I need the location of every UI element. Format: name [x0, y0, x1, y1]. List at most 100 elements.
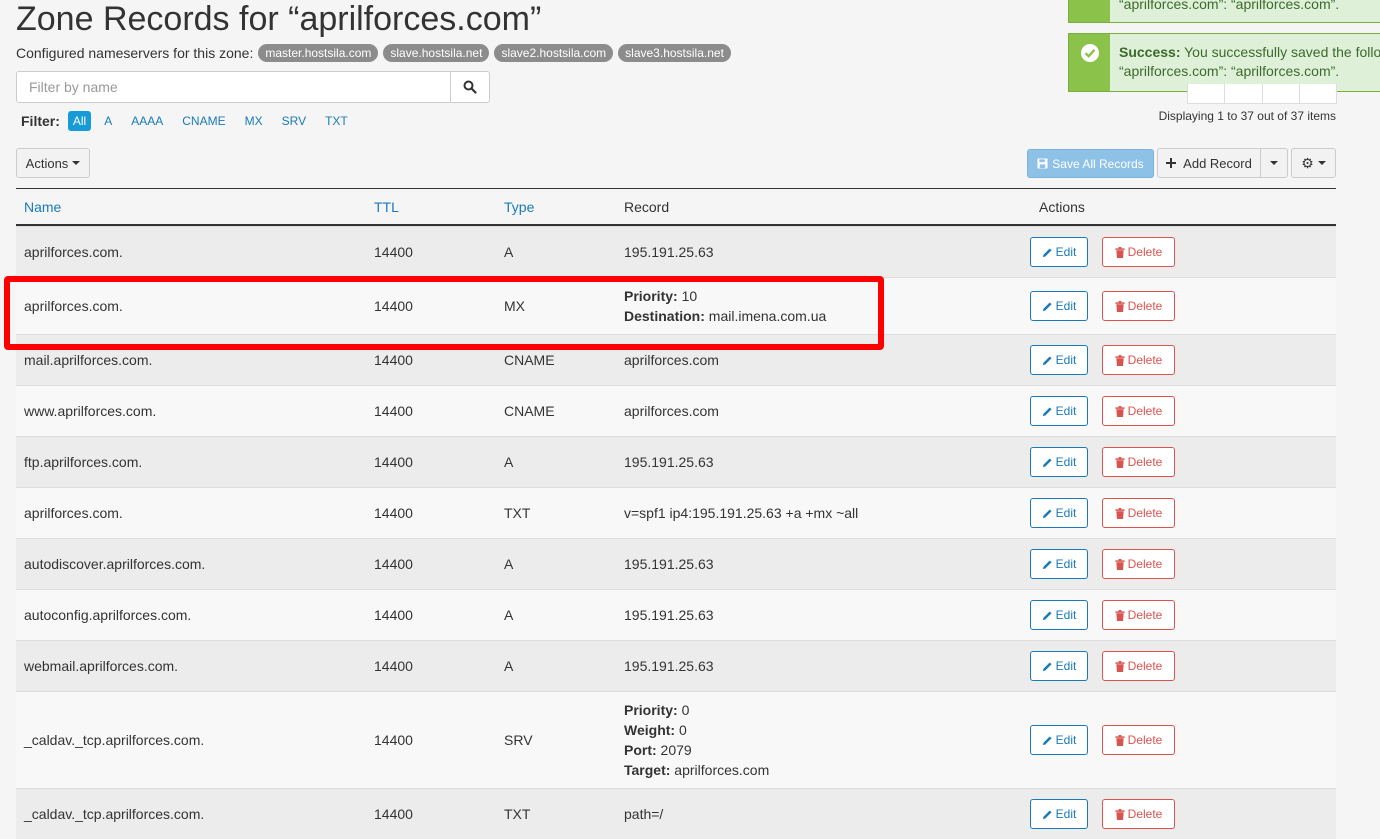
record-type: SRV: [504, 732, 533, 748]
pagination-info: Displaying 1 to 37 out of 37 items: [1158, 109, 1336, 123]
edit-button[interactable]: Edit: [1030, 447, 1088, 477]
save-all-records-button[interactable]: Save All Records: [1027, 149, 1154, 178]
record-line: Priority: 0: [624, 700, 769, 720]
header-type[interactable]: Type: [504, 199, 534, 215]
nameserver-badge: slave2.hostsila.com: [494, 44, 614, 62]
record-field-value: v=spf1 ip4:195.191.25.63 +a +mx ~all: [624, 505, 859, 521]
table-row: autodiscover.aprilforces.com. 14400 A 195.1…: [16, 538, 1336, 589]
record-field-key: Priority:: [624, 702, 678, 718]
record-value: 195.191.25.63: [624, 554, 714, 574]
edit-button[interactable]: Edit: [1030, 651, 1088, 681]
header-ttl[interactable]: TTL: [374, 199, 399, 215]
edit-button[interactable]: Edit: [1030, 799, 1088, 829]
record-type: TXT: [504, 505, 531, 521]
add-record-button[interactable]: Add Record: [1157, 148, 1261, 178]
record-name: autoconfig.aprilforces.com.: [24, 607, 192, 623]
trash-icon: [1115, 405, 1125, 417]
alert-text: “aprilforces.com”: “aprilforces.com”.: [1119, 0, 1340, 12]
pagination-cell[interactable]: [1225, 84, 1263, 103]
delete-button[interactable]: Delete: [1102, 549, 1175, 579]
delete-label: Delete: [1127, 733, 1163, 747]
filter-all[interactable]: All: [67, 111, 92, 131]
record-line: Target: aprilforces.com: [624, 760, 769, 780]
save-all-label: Save All Records: [1052, 156, 1144, 171]
edit-button[interactable]: Edit: [1030, 498, 1088, 528]
record-value: 195.191.25.63: [624, 242, 714, 262]
check-circle-icon: [1080, 44, 1099, 62]
caret-down-icon: [1270, 161, 1278, 165]
record-ttl: 14400: [374, 505, 413, 521]
edit-label: Edit: [1055, 608, 1077, 622]
edit-button[interactable]: Edit: [1030, 345, 1088, 375]
edit-button[interactable]: Edit: [1030, 291, 1088, 321]
search-input[interactable]: [16, 71, 451, 103]
record-type: A: [504, 607, 514, 623]
filter-a[interactable]: A: [98, 111, 118, 131]
delete-button[interactable]: Delete: [1102, 498, 1175, 528]
edit-label: Edit: [1055, 353, 1077, 367]
record-type: A: [504, 454, 514, 470]
record-line: path=/: [624, 804, 663, 824]
record-name: mail.aprilforces.com.: [24, 352, 153, 368]
record-field-value: 195.191.25.63: [624, 658, 714, 674]
pencil-icon: [1042, 559, 1052, 569]
record-ttl: 14400: [374, 403, 413, 419]
pencil-icon: [1042, 247, 1052, 257]
header-record: Record: [624, 199, 670, 215]
delete-label: Delete: [1127, 404, 1163, 418]
filter-srv[interactable]: SRV: [276, 111, 312, 131]
pagination-cell[interactable]: [1300, 84, 1336, 103]
success-text: You successfully saved the follo: [1180, 44, 1380, 60]
filter-txt[interactable]: TXT: [319, 111, 354, 131]
edit-label: Edit: [1055, 807, 1077, 821]
record-value: 195.191.25.63: [624, 656, 714, 676]
filter-aaaa[interactable]: AAAA: [125, 111, 169, 131]
edit-label: Edit: [1055, 557, 1077, 571]
pencil-icon: [1042, 355, 1052, 365]
delete-label: Delete: [1127, 557, 1163, 571]
actions-dropdown-button[interactable]: Actions: [16, 148, 90, 178]
edit-button[interactable]: Edit: [1030, 725, 1088, 755]
pagination-cell[interactable]: [1263, 84, 1300, 103]
delete-button[interactable]: Delete: [1102, 291, 1175, 321]
delete-button[interactable]: Delete: [1102, 600, 1175, 630]
trash-icon: [1115, 300, 1125, 312]
edit-button[interactable]: Edit: [1030, 396, 1088, 426]
pencil-icon: [1042, 735, 1052, 745]
nameservers-label: Configured nameservers for this zone:: [16, 45, 254, 61]
edit-button[interactable]: Edit: [1030, 237, 1088, 267]
settings-dropdown-button[interactable]: ⚙: [1291, 148, 1336, 178]
record-ttl: 14400: [374, 732, 413, 748]
record-field-value: 195.191.25.63: [624, 454, 714, 470]
nameservers-line: Configured nameservers for this zone: ma…: [16, 44, 731, 62]
record-field-key: Target:: [624, 762, 671, 778]
filter-label: Filter:: [21, 113, 60, 129]
delete-button[interactable]: Delete: [1102, 396, 1175, 426]
search-button[interactable]: [451, 71, 490, 103]
record-line: 195.191.25.63: [624, 242, 714, 262]
pencil-icon: [1042, 406, 1052, 416]
pencil-icon: [1042, 457, 1052, 467]
plus-icon: [1166, 158, 1177, 168]
alert-message: “aprilforces.com”: “aprilforces.com”.: [1110, 0, 1380, 22]
edit-button[interactable]: Edit: [1030, 549, 1088, 579]
delete-button[interactable]: Delete: [1102, 725, 1175, 755]
delete-label: Delete: [1127, 353, 1163, 367]
add-record-dropdown-toggle[interactable]: [1260, 148, 1288, 178]
delete-button[interactable]: Delete: [1102, 447, 1175, 477]
record-value: 195.191.25.63: [624, 605, 714, 625]
delete-button[interactable]: Delete: [1102, 237, 1175, 267]
pagination-cell[interactable]: [1188, 84, 1226, 103]
edit-button[interactable]: Edit: [1030, 600, 1088, 630]
delete-button[interactable]: Delete: [1102, 799, 1175, 829]
record-field-value: 0: [675, 722, 687, 738]
filter-cname[interactable]: CNAME: [176, 111, 231, 131]
trash-icon: [1115, 507, 1125, 519]
delete-button[interactable]: Delete: [1102, 651, 1175, 681]
header-name[interactable]: Name: [24, 199, 61, 215]
delete-button[interactable]: Delete: [1102, 345, 1175, 375]
record-line: Weight: 0: [624, 720, 769, 740]
filter-mx[interactable]: MX: [239, 111, 269, 131]
edit-label: Edit: [1055, 299, 1077, 313]
alert-message: Success: You successfully saved the foll…: [1110, 34, 1380, 91]
